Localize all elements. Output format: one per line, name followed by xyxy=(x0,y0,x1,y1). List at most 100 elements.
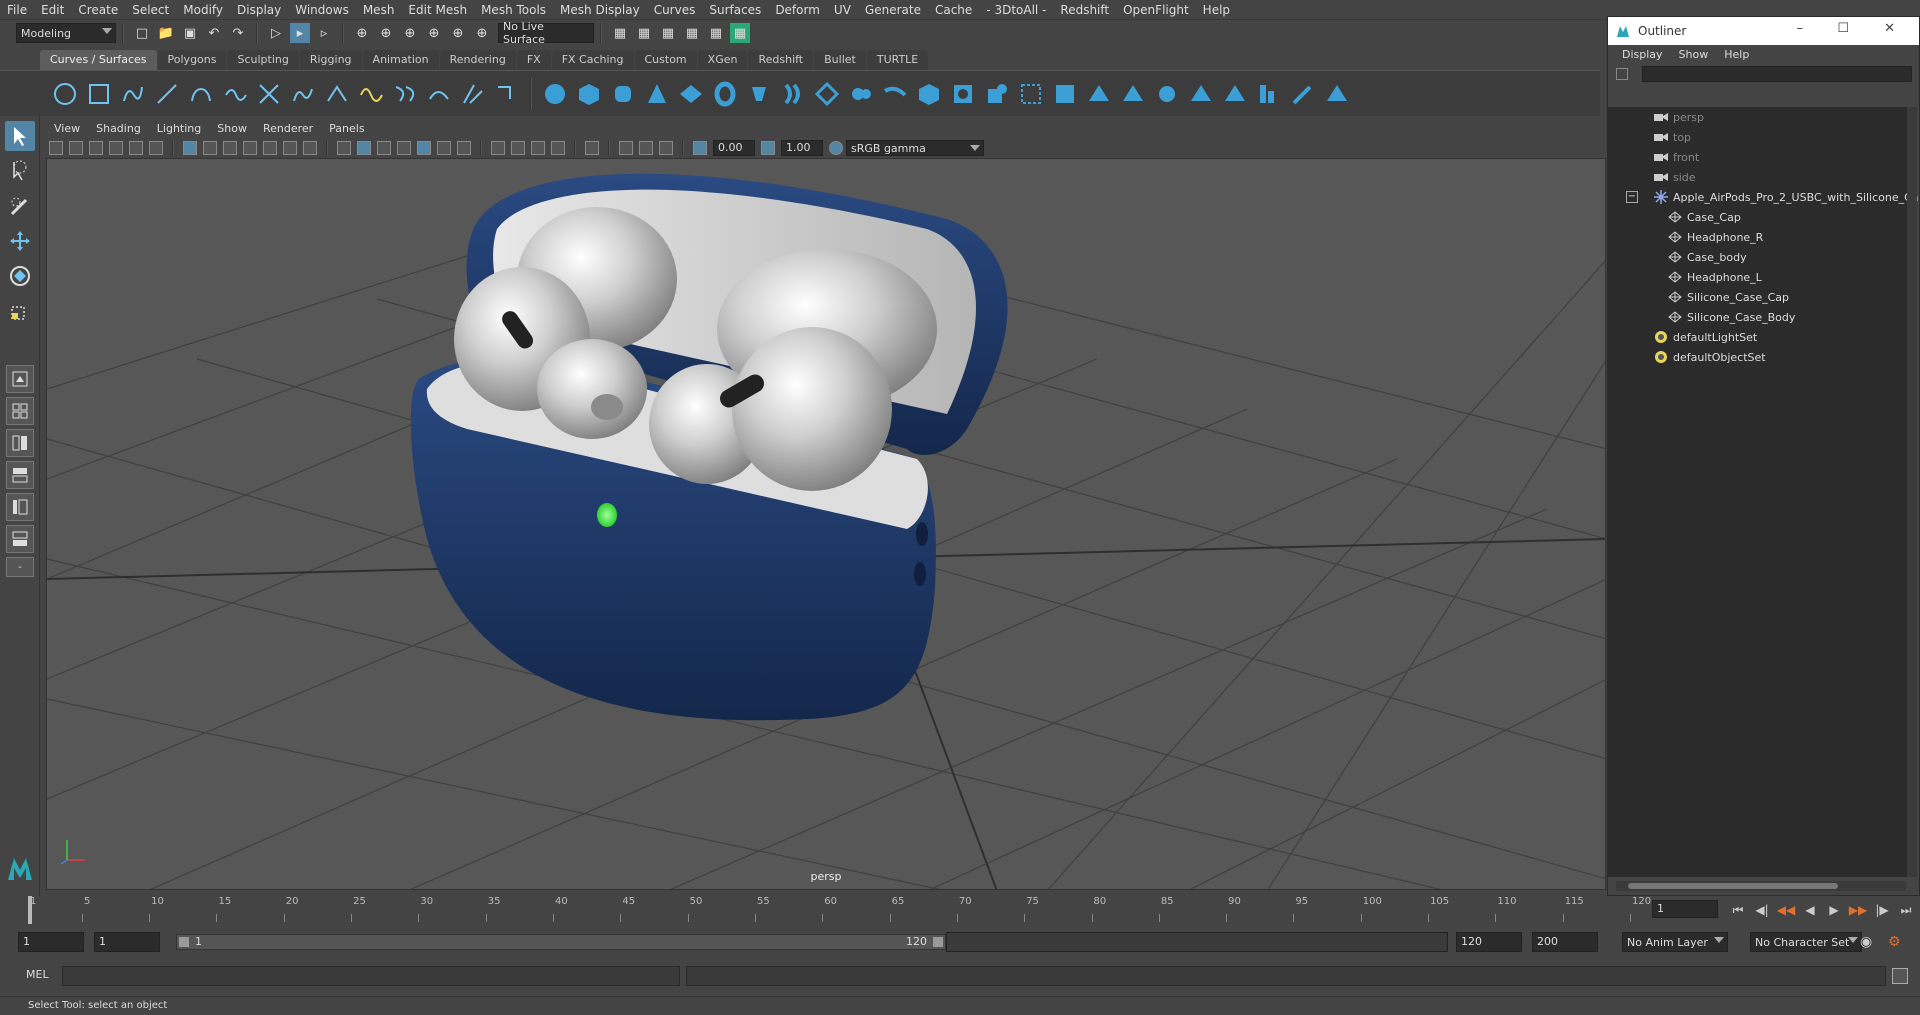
nurbs-circle-icon[interactable] xyxy=(52,81,78,107)
detach-surfaces-icon[interactable] xyxy=(1120,81,1146,107)
panel-menu-view[interactable]: View xyxy=(46,122,88,135)
menu-item-surfaces[interactable]: Surfaces xyxy=(702,0,768,20)
open-scene-icon[interactable]: 📁 xyxy=(156,23,176,43)
hypershade-icon[interactable]: ▦ xyxy=(706,23,726,43)
2d-pan-zoom-icon[interactable] xyxy=(129,141,143,155)
playback-end-field[interactable]: 120 xyxy=(1456,932,1522,952)
outliner-item-top[interactable]: top xyxy=(1608,127,1908,147)
maximize-icon[interactable]: ☐ xyxy=(1837,21,1849,36)
rotate-tool-icon[interactable] xyxy=(5,261,35,291)
render-view-icon[interactable]: ▦ xyxy=(634,23,654,43)
range-end-handle[interactable] xyxy=(933,937,943,947)
cv-curve-icon[interactable] xyxy=(120,81,146,107)
new-scene-icon[interactable]: □ xyxy=(132,23,152,43)
extrude-icon[interactable] xyxy=(848,81,874,107)
outliner-horizontal-scrollbar[interactable] xyxy=(1616,881,1906,891)
menu-item-edit[interactable]: Edit xyxy=(34,0,71,20)
menu-item-generate[interactable]: Generate xyxy=(858,0,928,20)
exposure-icon[interactable] xyxy=(693,141,707,155)
detach-curves-icon[interactable] xyxy=(324,81,350,107)
menu-item-help[interactable]: Help xyxy=(1196,0,1237,20)
shelf-tab-fx[interactable]: FX xyxy=(516,50,551,70)
shelf-tab-redshift[interactable]: Redshift xyxy=(748,50,814,70)
color-management-icon[interactable] xyxy=(829,141,843,155)
expand-layouts-icon[interactable]: - xyxy=(6,557,34,577)
shelf-tab-curves-surfaces[interactable]: Curves / Surfaces xyxy=(40,50,157,70)
xray-icon[interactable] xyxy=(619,141,633,155)
snap-view-icon[interactable]: ⊕ xyxy=(424,23,444,43)
safe-title-icon[interactable] xyxy=(303,141,317,155)
extend-curve-icon[interactable] xyxy=(392,81,418,107)
menu-item-edit-mesh[interactable]: Edit Mesh xyxy=(401,0,474,20)
attach-curves-icon[interactable] xyxy=(290,81,316,107)
outliner-item-front[interactable]: front xyxy=(1608,147,1908,167)
menu-item-mesh-display[interactable]: Mesh Display xyxy=(553,0,647,20)
shelf-tab-turtle[interactable]: TURTLE xyxy=(866,50,929,70)
textured-icon[interactable] xyxy=(417,141,431,155)
go-to-end-icon[interactable]: ⏭ xyxy=(1896,902,1916,918)
lasso-tool-icon[interactable] xyxy=(5,156,35,186)
menu-item-curves[interactable]: Curves xyxy=(647,0,703,20)
image-plane-icon[interactable] xyxy=(109,141,123,155)
snap-live-icon[interactable]: ⊕ xyxy=(472,23,492,43)
menu-item-select[interactable]: Select xyxy=(125,0,176,20)
outliner-search-input[interactable] xyxy=(1642,66,1912,82)
redo-icon[interactable]: ↷ xyxy=(228,23,248,43)
bookmark-icon[interactable] xyxy=(89,141,103,155)
panel-menu-show[interactable]: Show xyxy=(209,122,255,135)
playback-start-field[interactable]: 1 xyxy=(94,932,160,952)
live-surface-field[interactable]: No Live Surface xyxy=(498,20,594,46)
filter-icon[interactable] xyxy=(1616,68,1628,80)
outliner-menu-show[interactable]: Show xyxy=(1671,48,1717,61)
undo-icon[interactable]: ↶ xyxy=(204,23,224,43)
time-slider[interactable]: 1 5 10 15 20 25 30 35 40 45 50 55 60 65 70 75 80 85 90 95 10… xyxy=(0,896,1920,926)
save-scene-icon[interactable]: ▣ xyxy=(180,23,200,43)
grease-pencil-icon[interactable] xyxy=(149,141,163,155)
gate-mask-icon[interactable] xyxy=(243,141,257,155)
bezier-curve-icon[interactable] xyxy=(188,81,214,107)
hypershade-layout-icon[interactable] xyxy=(6,493,34,521)
shelf-tab-bullet[interactable]: Bullet xyxy=(814,50,866,70)
panel-menu-renderer[interactable]: Renderer xyxy=(255,122,321,135)
panel-menu-panels[interactable]: Panels xyxy=(321,122,372,135)
menu-item-mesh[interactable]: Mesh xyxy=(356,0,402,20)
current-frame-marker[interactable] xyxy=(28,896,32,924)
shelf-tab-polygons[interactable]: Polygons xyxy=(157,50,227,70)
perspective-viewport[interactable]: persp xyxy=(46,158,1606,890)
nurbs-torus-icon[interactable] xyxy=(712,81,738,107)
single-perspective-layout-icon[interactable] xyxy=(6,365,34,393)
shelf-tab-rigging[interactable]: Rigging xyxy=(299,50,362,70)
default-material-icon[interactable] xyxy=(377,141,391,155)
menu-item-uv[interactable]: UV xyxy=(827,0,858,20)
current-frame-field[interactable]: 1 xyxy=(1652,900,1718,918)
render-preview-icon[interactable]: ▦ xyxy=(730,23,750,43)
add-points-icon[interactable] xyxy=(494,81,520,107)
depth-of-field-icon[interactable] xyxy=(551,141,565,155)
panel-menu-lighting[interactable]: Lighting xyxy=(149,122,209,135)
nurbs-plane-icon[interactable] xyxy=(678,81,704,107)
animation-end-field[interactable]: 200 xyxy=(1532,932,1598,952)
boundary-icon[interactable] xyxy=(916,81,942,107)
menu-item-3dtoall[interactable]: - 3DtoAll - xyxy=(979,0,1053,20)
menu-item-file[interactable]: File xyxy=(0,0,34,20)
rebuild-surface-icon[interactable] xyxy=(1256,81,1282,107)
pencil-curve-icon[interactable] xyxy=(222,81,248,107)
birail-icon[interactable] xyxy=(882,81,908,107)
sculpt-tool-icon[interactable] xyxy=(1290,81,1316,107)
rebuild-curve-icon[interactable] xyxy=(460,81,486,107)
xray-joints-icon[interactable] xyxy=(639,141,653,155)
wireframe-on-shaded-icon[interactable] xyxy=(397,141,411,155)
arc-tool-icon[interactable] xyxy=(256,81,282,107)
step-back-frame-icon[interactable]: ◀◀ xyxy=(1776,902,1796,918)
outliner-item-persp[interactable]: persp xyxy=(1608,107,1908,127)
nurbs-cube-icon[interactable] xyxy=(576,81,602,107)
use-all-lights-icon[interactable] xyxy=(437,141,451,155)
nurbs-cylinder-icon[interactable] xyxy=(610,81,636,107)
nurbs-cone-icon[interactable] xyxy=(644,81,670,107)
outliner-item-headphone-l[interactable]: Headphone_L xyxy=(1608,267,1908,287)
smooth-shade-icon[interactable] xyxy=(357,141,371,155)
select-object-icon[interactable]: ▸ xyxy=(290,23,310,43)
outliner-item-apple-airpods-pro-2-usbc-with-silicone-ca[interactable]: − Apple_AirPods_Pro_2_USBC_with_Silicone_… xyxy=(1608,187,1919,207)
mel-label[interactable]: MEL xyxy=(26,968,49,981)
camera-attributes-icon[interactable] xyxy=(69,141,83,155)
